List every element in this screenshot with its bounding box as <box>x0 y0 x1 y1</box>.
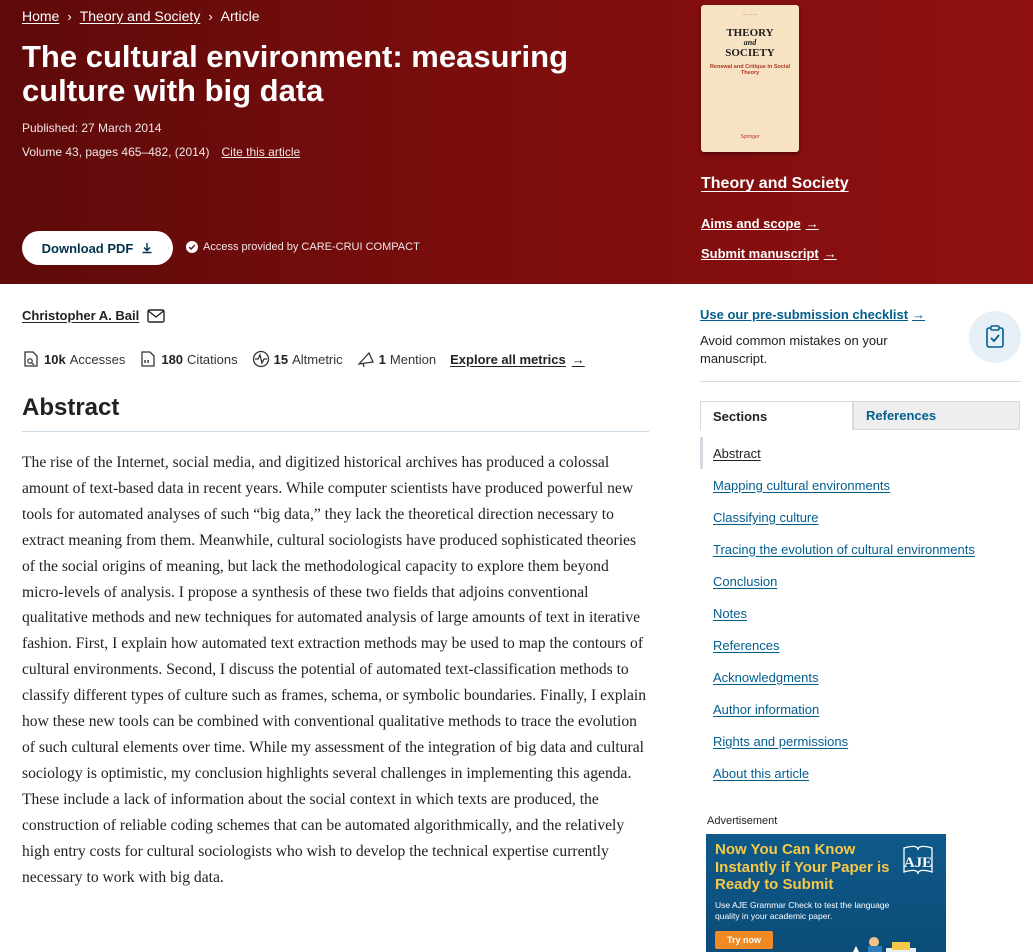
altmetric-value: 15 <box>273 351 289 367</box>
published-date: Published: 27 March 2014 <box>22 121 162 135</box>
metric-altmetric: 15 Altmetric <box>252 350 343 368</box>
ad-logo: AJE <box>896 842 940 876</box>
altmetric-label: Altmetric <box>292 351 343 367</box>
abstract-divider <box>22 431 649 432</box>
metric-citations: 180 Citations <box>139 350 238 368</box>
sections-list: Abstract Mapping cultural environments C… <box>700 437 1020 789</box>
submit-manuscript-label: Submit manuscript <box>701 246 819 261</box>
section-link-about[interactable]: About this article <box>713 766 809 781</box>
author-line: Christopher A. Bail <box>22 308 165 323</box>
section-item: Classifying culture <box>700 501 1020 533</box>
sidebar-tabs: Sections References <box>700 401 1020 430</box>
author-name-link[interactable]: Christopher A. Bail <box>22 308 139 323</box>
check-icon <box>186 241 198 253</box>
section-link-references[interactable]: References <box>713 638 779 653</box>
arrow-right-icon: → <box>912 307 926 322</box>
breadcrumb-journal[interactable]: Theory and Society <box>80 8 201 24</box>
ad-body: Use AJE Grammar Check to test the langua… <box>715 900 890 921</box>
submit-manuscript-link[interactable]: Submit manuscript → <box>701 246 837 261</box>
explore-metrics-label: Explore all metrics <box>450 351 566 367</box>
cover-title: THEORY and SOCIETY <box>725 27 775 59</box>
section-item: Acknowledgments <box>700 661 1020 693</box>
section-link-abstract[interactable]: Abstract <box>713 446 761 461</box>
mention-label: Mention <box>389 351 437 367</box>
section-link-tracing[interactable]: Tracing the evolution of cultural enviro… <box>713 542 975 557</box>
arrow-right-icon: → <box>571 351 585 367</box>
checklist-description: Avoid common mistakes on your manuscript… <box>700 333 888 366</box>
altmetric-icon <box>252 350 269 368</box>
citations-icon <box>141 351 155 367</box>
accesses-icon <box>24 351 38 367</box>
metrics-bar: 10k Accesses 180 Citations 15 Altmetric … <box>22 348 585 370</box>
checklist-link-label: Use our pre-submission checklist <box>700 307 909 322</box>
section-item: Notes <box>700 597 1020 629</box>
journal-name-link[interactable]: Theory and Society <box>701 175 849 193</box>
access-info: Access provided by CARE-CRUI COMPACT <box>186 241 420 253</box>
section-item: Author information <box>700 693 1020 725</box>
tab-sections[interactable]: Sections <box>700 401 853 430</box>
advertisement-banner[interactable]: Now You Can Know Instantly if Your Paper… <box>706 834 946 952</box>
download-pdf-button[interactable]: Download PDF <box>22 231 173 265</box>
article-header: Home › Theory and Society › Article The … <box>0 0 1033 284</box>
metric-accesses: 10k Accesses <box>22 350 125 368</box>
advertisement-label: Advertisement <box>707 815 778 827</box>
arrow-right-icon: → <box>823 246 837 261</box>
breadcrumb-current: Article <box>220 8 260 24</box>
accesses-value: 10k <box>44 351 66 367</box>
sidebar-divider <box>700 381 1021 382</box>
chevron-right-icon: › <box>67 8 72 24</box>
megaphone-icon <box>356 351 374 368</box>
tab-references[interactable]: References <box>853 401 1020 430</box>
volume-info: Volume 43, pages 465–482, (2014) Cite th… <box>22 145 300 159</box>
mail-icon[interactable] <box>147 308 165 323</box>
access-text: Access provided by CARE-CRUI COMPACT <box>203 241 420 253</box>
cover-publisher: Springer <box>740 134 760 140</box>
accesses-label: Accesses <box>69 351 126 367</box>
section-link-notes[interactable]: Notes <box>713 606 747 621</box>
arrow-right-icon: → <box>805 216 819 231</box>
chevron-right-icon: › <box>208 8 213 24</box>
section-link-conclusion[interactable]: Conclusion <box>713 574 777 589</box>
section-link-acknowledgments[interactable]: Acknowledgments <box>713 670 819 685</box>
ad-headline: Now You Can Know Instantly if Your Paper… <box>715 841 890 893</box>
section-item: Conclusion <box>700 565 1020 597</box>
aims-scope-link[interactable]: Aims and scope → <box>701 216 819 231</box>
metric-mention: 1 Mention <box>356 350 437 368</box>
volume-text: Volume 43, pages 465–482, (2014) <box>22 145 210 159</box>
section-link-author-info[interactable]: Author information <box>713 702 819 717</box>
section-item: References <box>700 629 1020 661</box>
section-item: About this article <box>700 757 1020 789</box>
section-item: Mapping cultural environments <box>700 469 1020 501</box>
breadcrumb-home[interactable]: Home <box>22 8 59 24</box>
cover-volume-line: ― ― ― <box>742 11 758 16</box>
citations-value: 180 <box>161 351 184 367</box>
clipboard-check-icon <box>969 311 1021 363</box>
section-link-rights[interactable]: Rights and permissions <box>713 734 848 749</box>
ad-illustration <box>853 937 916 952</box>
article-title: The cultural environment: measuring cult… <box>22 39 569 108</box>
section-item: Rights and permissions <box>700 725 1020 757</box>
abstract-heading: Abstract <box>22 394 120 421</box>
cover-subtitle: Renewal and Critique in Social Theory <box>709 64 791 76</box>
breadcrumb: Home › Theory and Society › Article <box>22 8 260 24</box>
download-pdf-label: Download PDF <box>41 240 134 256</box>
checklist-link[interactable]: Use our pre-submission checklist → <box>700 307 925 322</box>
aims-scope-label: Aims and scope <box>701 216 801 231</box>
ad-try-now-button[interactable]: Try now <box>715 931 773 949</box>
section-link-mapping[interactable]: Mapping cultural environments <box>713 478 890 493</box>
explore-metrics-link[interactable]: Explore all metrics → <box>450 352 585 367</box>
mention-value: 1 <box>378 351 386 367</box>
citations-label: Citations <box>187 351 238 367</box>
section-item: Abstract <box>700 437 1020 469</box>
section-item: Tracing the evolution of cultural enviro… <box>700 533 1020 565</box>
download-icon <box>142 243 152 254</box>
cite-article-link[interactable]: Cite this article <box>221 145 300 159</box>
section-link-classifying[interactable]: Classifying culture <box>713 510 819 525</box>
abstract-text: The rise of the Internet, social media, … <box>22 454 647 886</box>
journal-cover[interactable]: ― ― ― THEORY and SOCIETY Renewal and Cri… <box>701 5 799 152</box>
